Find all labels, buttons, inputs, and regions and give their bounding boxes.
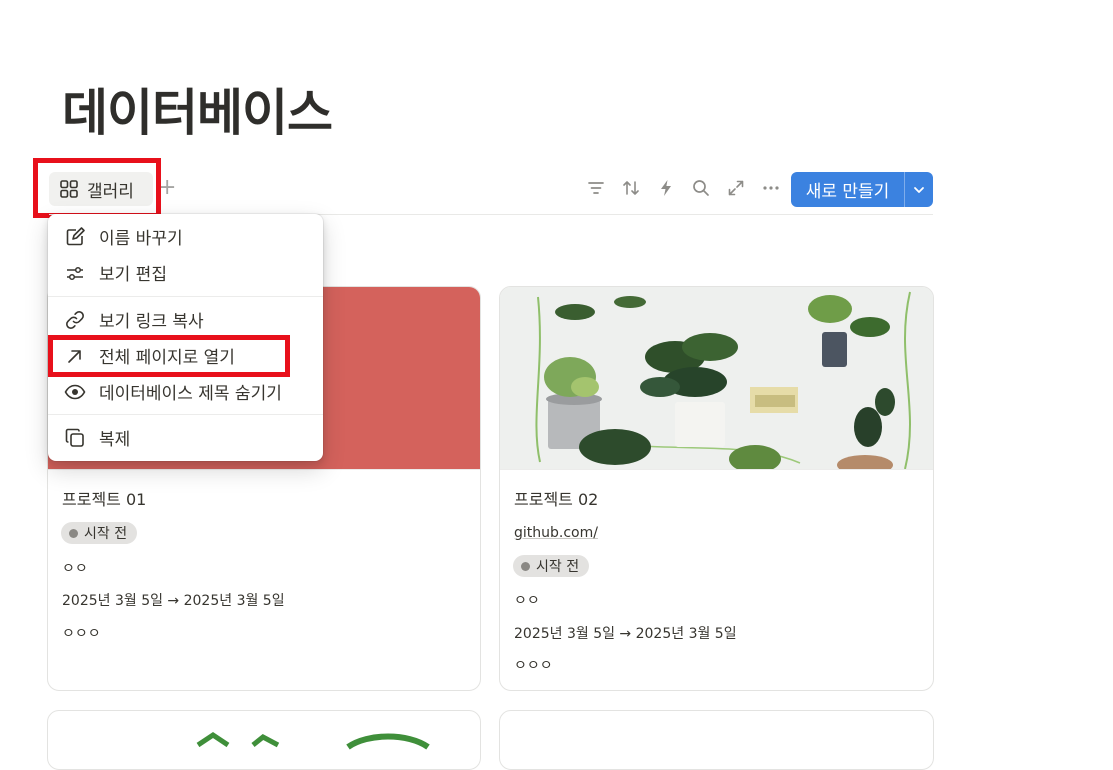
view-context-menu: 이름 바꾸기 보기 편집 보기 링크 복사 전체 페이지로 열기 데이터베이스 … (48, 214, 323, 461)
more-horizontal-icon (763, 186, 779, 190)
expand-icon (728, 180, 744, 196)
filter-button[interactable] (585, 177, 607, 199)
sliders-icon (67, 266, 83, 281)
menu-item-label: 복제 (99, 429, 131, 450)
card-field-1: ㅇㅇ (514, 593, 540, 609)
gallery-card-2[interactable]: 프로젝트 02 github.com/ 시작 전 ㅇㅇ 2025년 3월 5일 … (499, 286, 934, 691)
card-date-range: 2025년 3월 5일 → 2025년 3월 5일 (514, 626, 737, 642)
card-cover-image-plants (500, 287, 933, 475)
status-label: 시작 전 (536, 559, 580, 575)
sort-button[interactable] (620, 177, 642, 199)
menu-divider (48, 296, 323, 297)
menu-item-label: 보기 편집 (99, 264, 167, 285)
arrow-up-right-icon (68, 350, 81, 363)
gallery-card-4[interactable] (499, 710, 934, 770)
menu-item-open-full-page[interactable]: 전체 페이지로 열기 (48, 339, 323, 371)
edit-icon (66, 227, 85, 246)
link-icon (66, 311, 84, 329)
gallery-card-3[interactable] (47, 710, 481, 770)
plants-image (500, 287, 933, 475)
card-field-2: ㅇㅇㅇ (514, 658, 553, 674)
menu-item-copy-link[interactable]: 보기 링크 복사 (48, 303, 323, 335)
card-title: 프로젝트 01 (62, 490, 147, 509)
menu-divider (48, 414, 323, 415)
menu-item-edit-view[interactable]: 보기 편집 (48, 256, 323, 288)
view-tab-gallery[interactable]: 갤러리 (49, 172, 153, 206)
new-button-group: 새로 만들기 (791, 172, 933, 207)
menu-item-label: 데이터베이스 제목 숨기기 (99, 383, 282, 404)
search-icon (693, 180, 709, 196)
add-view-button[interactable]: + (158, 175, 176, 201)
card-cover-3-partial (196, 731, 430, 750)
status-dot (69, 528, 78, 538)
menu-item-label: 보기 링크 복사 (99, 311, 204, 332)
card-link[interactable]: github.com/ (514, 525, 598, 541)
card-title: 프로젝트 02 (514, 490, 599, 509)
card-date-range: 2025년 3월 5일 → 2025년 3월 5일 (62, 593, 285, 609)
menu-item-label: 전체 페이지로 열기 (99, 347, 235, 368)
filter-icon (588, 182, 604, 194)
status-badge: 시작 전 (513, 555, 590, 577)
status-badge: 시작 전 (61, 522, 138, 544)
search-button[interactable] (690, 177, 712, 199)
view-tab-label: 갤러리 (87, 181, 134, 202)
menu-item-rename[interactable]: 이름 바꾸기 (48, 220, 323, 252)
menu-item-duplicate[interactable]: 복제 (48, 421, 323, 453)
duplicate-icon (65, 428, 84, 447)
more-options-button[interactable] (760, 177, 782, 199)
lightning-icon (661, 180, 671, 196)
sort-icon (623, 181, 639, 195)
chevron-down-icon (914, 186, 924, 193)
card-field-2: ㅇㅇㅇ (62, 626, 101, 642)
expand-button[interactable] (725, 177, 747, 199)
new-dropdown-button[interactable] (904, 172, 933, 207)
status-dot (521, 561, 530, 571)
menu-item-hide-title[interactable]: 데이터베이스 제목 숨기기 (48, 375, 323, 407)
page-title: 데이터베이스 (62, 84, 333, 142)
menu-item-label: 이름 바꾸기 (99, 228, 183, 249)
card-field-1: ㅇㅇ (62, 561, 88, 577)
gallery-grid-icon (60, 180, 78, 198)
automation-button[interactable] (655, 177, 677, 199)
status-label: 시작 전 (84, 526, 128, 542)
eye-icon (64, 384, 86, 400)
new-button[interactable]: 새로 만들기 (791, 172, 904, 207)
